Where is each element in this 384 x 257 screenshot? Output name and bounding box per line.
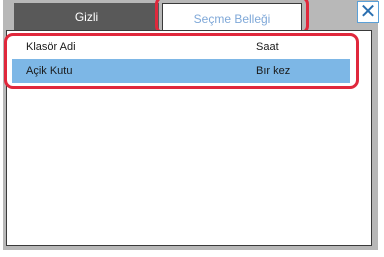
- row-time: Bır kez: [256, 65, 291, 77]
- table-row[interactable]: Açik Kutu Bır kez: [12, 59, 350, 83]
- column-header-folder-name: Klasör Adi: [26, 41, 76, 53]
- column-header-time: Saat: [256, 41, 279, 53]
- close-icon: ✕: [359, 1, 377, 23]
- tab-secme-bellegi-label: Seçme Belleği: [193, 11, 271, 26]
- row-folder-name: Açik Kutu: [26, 65, 73, 77]
- tab-secme-bellegi[interactable]: Seçme Belleği: [162, 3, 302, 33]
- table-header: Klasör Adi Saat: [12, 35, 350, 60]
- tab-gizli[interactable]: Gizli: [14, 3, 159, 31]
- tab-gizli-label: Gizli: [74, 10, 99, 24]
- close-button[interactable]: ✕: [357, 1, 379, 23]
